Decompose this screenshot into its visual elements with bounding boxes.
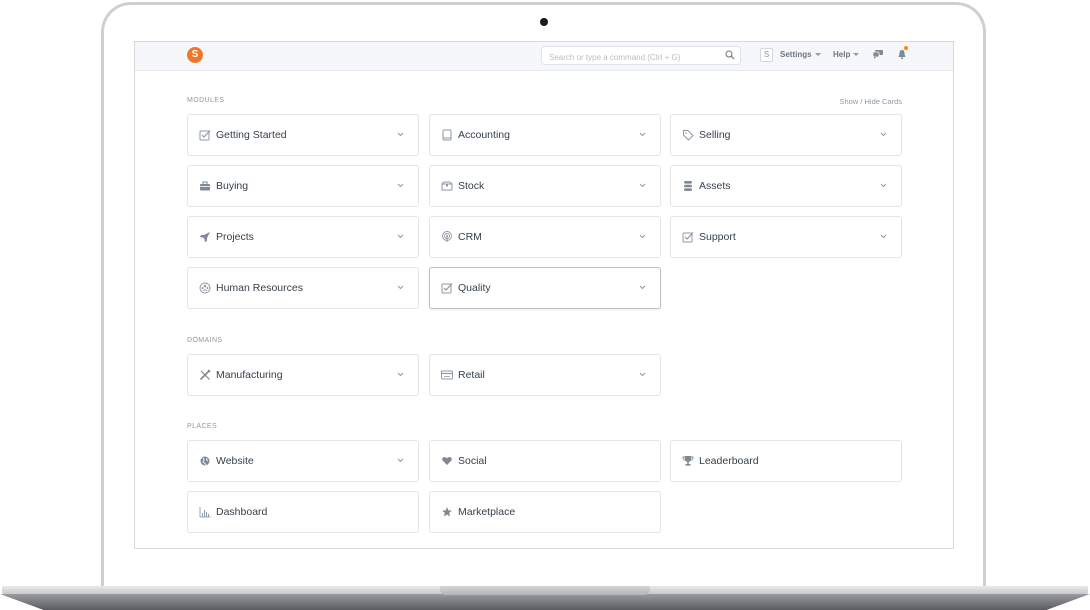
card-label: Marketplace xyxy=(458,506,516,518)
chevron-down-icon[interactable] xyxy=(397,458,404,463)
search-bar[interactable] xyxy=(541,46,741,66)
trophy-icon xyxy=(682,456,694,466)
place-card-marketplace[interactable]: Marketplace xyxy=(429,491,661,533)
place-card-social[interactable]: Social xyxy=(429,440,661,482)
database-icon xyxy=(684,181,692,191)
card-label: Stock xyxy=(458,180,485,192)
star-icon xyxy=(442,507,452,517)
module-card-projects[interactable]: Projects xyxy=(187,216,419,258)
chevron-down-icon[interactable] xyxy=(639,372,646,377)
module-card-stock[interactable]: Stock xyxy=(429,165,661,207)
rocket-icon xyxy=(200,232,210,242)
card-label: Getting Started xyxy=(216,129,287,141)
search-input[interactable] xyxy=(542,49,719,66)
card-label: Projects xyxy=(216,231,254,243)
tools-icon xyxy=(199,369,211,381)
card-label: Manufacturing xyxy=(216,369,283,381)
card-label: Social xyxy=(458,455,487,467)
card-label: Retail xyxy=(458,369,485,381)
card-label: Website xyxy=(216,455,254,467)
chevron-down-icon[interactable] xyxy=(397,234,404,239)
chevron-down-icon[interactable] xyxy=(397,372,404,377)
module-card-quality[interactable]: Quality xyxy=(429,267,661,309)
chevron-down-icon[interactable] xyxy=(639,285,646,290)
help-label: Help xyxy=(833,50,851,59)
module-card-assets[interactable]: Assets xyxy=(670,165,902,207)
card-label: Leaderboard xyxy=(699,455,759,467)
module-card-selling[interactable]: Selling xyxy=(670,114,902,156)
chevron-down-icon[interactable] xyxy=(397,183,404,188)
globe-icon xyxy=(200,456,210,466)
card-label: Dashboard xyxy=(216,506,268,518)
settings-dropdown[interactable]: Settings xyxy=(780,50,821,59)
chevron-down-icon[interactable] xyxy=(880,234,887,239)
card-label: Accounting xyxy=(458,129,510,141)
module-card-buying[interactable]: Buying xyxy=(187,165,419,207)
chevron-down-icon[interactable] xyxy=(880,183,887,188)
chevron-down-icon[interactable] xyxy=(639,183,646,188)
card-label: Selling xyxy=(699,129,731,141)
chevron-down-icon[interactable] xyxy=(639,132,646,137)
heart-icon xyxy=(442,457,452,465)
module-card-getting-started[interactable]: Getting Started xyxy=(187,114,419,156)
place-card-website[interactable]: Website xyxy=(187,440,419,482)
modules-heading: MODULES xyxy=(187,97,225,104)
domain-card-manufacturing[interactable]: Manufacturing xyxy=(187,354,419,396)
card-label: Support xyxy=(699,231,736,243)
card-label: Assets xyxy=(699,180,731,192)
book-icon xyxy=(442,129,452,141)
laptop-base xyxy=(0,586,1090,610)
chat-icon[interactable] xyxy=(872,49,884,60)
checkbox-icon xyxy=(199,130,211,141)
checkbox-icon xyxy=(682,232,694,243)
notification-dot xyxy=(904,46,908,50)
module-card-crm[interactable]: CRM xyxy=(429,216,661,258)
chevron-down-icon[interactable] xyxy=(639,234,646,239)
card-label: Human Resources xyxy=(216,282,303,294)
laptop-base-bottom xyxy=(0,594,1090,610)
box-icon xyxy=(441,181,453,191)
chevron-down-icon[interactable] xyxy=(397,285,404,290)
places-heading: PLACES xyxy=(187,423,218,430)
app-logo[interactable]: S xyxy=(187,47,203,63)
tag-icon xyxy=(683,130,694,141)
credit-card-icon xyxy=(441,370,453,380)
navbar: S S Settings Help xyxy=(135,42,953,71)
caret-down-icon xyxy=(814,53,821,57)
people-icon xyxy=(199,282,211,294)
bar-chart-icon xyxy=(199,507,211,518)
module-card-human-resources[interactable]: Human Resources xyxy=(187,267,419,309)
module-card-accounting[interactable]: Accounting xyxy=(429,114,661,156)
search-icon[interactable] xyxy=(725,50,735,60)
domains-heading: DOMAINS xyxy=(187,337,223,344)
card-label: Quality xyxy=(458,282,491,294)
checkbox-icon xyxy=(441,283,453,294)
help-dropdown[interactable]: Help xyxy=(833,50,860,59)
module-card-support[interactable]: Support xyxy=(670,216,902,258)
show-hide-cards-link[interactable]: Show / Hide Cards xyxy=(839,97,902,106)
settings-label: Settings xyxy=(780,50,812,59)
domain-card-retail[interactable]: Retail xyxy=(429,354,661,396)
user-avatar[interactable]: S xyxy=(760,48,773,62)
card-label: Buying xyxy=(216,180,249,192)
chevron-down-icon[interactable] xyxy=(397,132,404,137)
bell-icon[interactable] xyxy=(896,49,908,60)
broadcast-icon xyxy=(442,231,452,242)
camera-icon xyxy=(540,18,548,26)
place-card-leaderboard[interactable]: Leaderboard xyxy=(670,440,902,482)
place-card-dashboard[interactable]: Dashboard xyxy=(187,491,419,533)
chevron-down-icon[interactable] xyxy=(880,132,887,137)
app-screen: S S Settings Help MODULES Show / Hide Ca… xyxy=(134,41,954,549)
laptop-notch xyxy=(440,586,650,595)
briefcase-icon xyxy=(200,181,210,191)
caret-down-icon xyxy=(853,53,860,57)
card-label: CRM xyxy=(458,231,482,243)
